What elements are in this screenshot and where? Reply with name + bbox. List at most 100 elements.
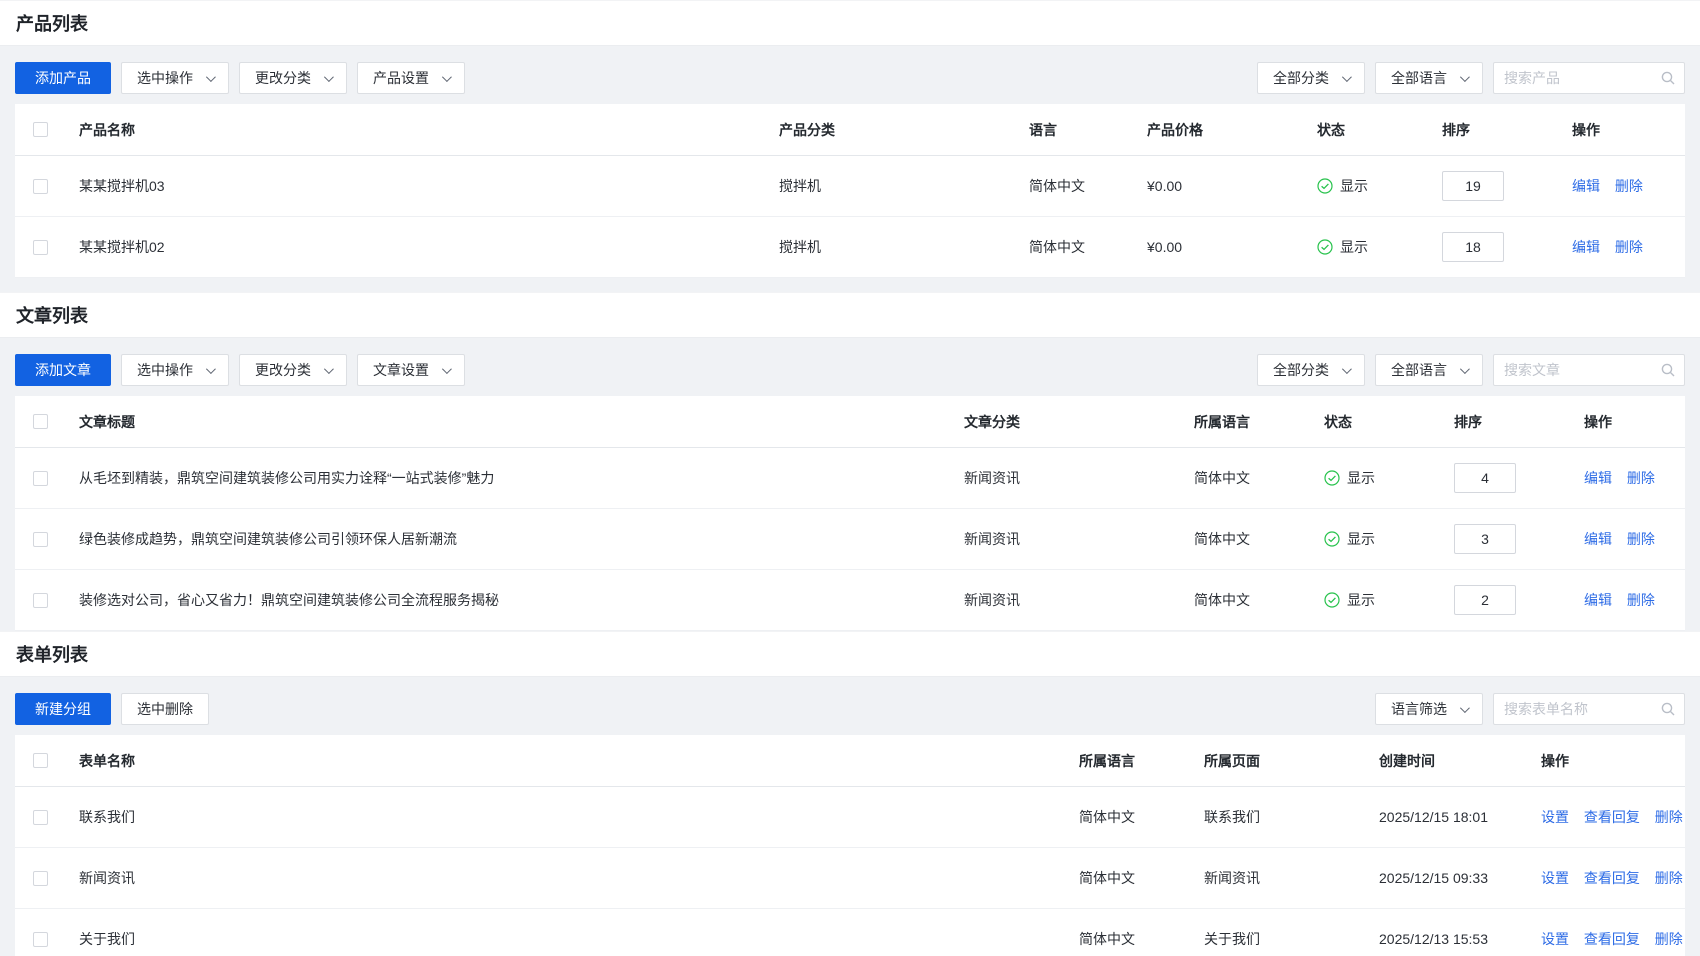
table-row: 从毛坯到精装，鼎筑空间建筑装修公司用实力诠释“一站式装修”魅力 新闻资讯 简体中… — [15, 448, 1685, 509]
product-category: 搅拌机 — [763, 176, 1013, 196]
search-icon[interactable] — [1660, 362, 1676, 378]
status-label: 显示 — [1340, 237, 1368, 257]
row-checkbox[interactable] — [33, 932, 48, 947]
table-row: 关于我们 简体中文 关于我们 2025/12/13 15:53 设置 查看回复 … — [15, 909, 1685, 956]
delete-link[interactable]: 删除 — [1627, 592, 1655, 608]
chevron-down-icon — [1342, 72, 1352, 82]
edit-link[interactable]: 编辑 — [1584, 592, 1612, 608]
articles-toolbar: 添加文章 选中操作 更改分类 文章设置 全部分类 全部语言 — [0, 338, 1700, 396]
articles-change-category-label: 更改分类 — [255, 360, 311, 380]
articles-bulk-actions-dropdown[interactable]: 选中操作 — [121, 354, 229, 386]
col-header-status: 状态 — [1308, 412, 1438, 432]
form-created-time: 2025/12/15 09:33 — [1363, 870, 1525, 886]
delete-link[interactable]: 删除 — [1627, 470, 1655, 486]
products-settings-label: 产品设置 — [373, 68, 429, 88]
form-page: 联系我们 — [1188, 807, 1363, 827]
products-language-filter-label: 全部语言 — [1391, 68, 1447, 88]
status-visible-icon — [1317, 239, 1333, 255]
row-checkbox[interactable] — [33, 240, 48, 255]
products-category-filter-dropdown[interactable]: 全部分类 — [1257, 62, 1365, 94]
view-replies-link[interactable]: 查看回复 — [1584, 931, 1640, 947]
form-created-time: 2025/12/15 18:01 — [1363, 809, 1525, 825]
search-icon[interactable] — [1660, 701, 1676, 717]
articles-category-filter-dropdown[interactable]: 全部分类 — [1257, 354, 1365, 386]
add-article-button[interactable]: 添加文章 — [15, 354, 111, 386]
col-header-operations: 操作 — [1525, 751, 1685, 771]
sort-input[interactable] — [1454, 463, 1516, 493]
sort-input[interactable] — [1454, 585, 1516, 615]
articles-page-title: 文章列表 — [16, 302, 88, 328]
edit-link[interactable]: 编辑 — [1584, 470, 1612, 486]
delete-link[interactable]: 删除 — [1615, 239, 1643, 255]
table-row: 某某搅拌机03 搅拌机 简体中文 ¥0.00 显示 编辑 删除 — [15, 156, 1685, 217]
products-search-input[interactable] — [1493, 62, 1685, 94]
delete-link[interactable]: 删除 — [1655, 931, 1683, 947]
sort-input[interactable] — [1442, 232, 1504, 262]
delete-link[interactable]: 删除 — [1627, 531, 1655, 547]
delete-link[interactable]: 删除 — [1655, 809, 1683, 825]
edit-link[interactable]: 编辑 — [1572, 178, 1600, 194]
form-name: 新闻资讯 — [63, 868, 1063, 888]
settings-link[interactable]: 设置 — [1541, 809, 1569, 825]
settings-link[interactable]: 设置 — [1541, 931, 1569, 947]
articles-bulk-actions-label: 选中操作 — [137, 360, 193, 380]
row-checkbox[interactable] — [33, 593, 48, 608]
articles-settings-dropdown[interactable]: 文章设置 — [357, 354, 465, 386]
products-change-category-label: 更改分类 — [255, 68, 311, 88]
chevron-down-icon — [1460, 72, 1470, 82]
articles-language-filter-dropdown[interactable]: 全部语言 — [1375, 354, 1483, 386]
article-category: 新闻资讯 — [948, 529, 1178, 549]
chevron-down-icon — [324, 72, 334, 82]
products-table-head: 产品名称 产品分类 语言 产品价格 状态 排序 操作 — [15, 104, 1685, 156]
delete-selected-button[interactable]: 选中删除 — [121, 693, 209, 725]
sort-input[interactable] — [1442, 171, 1504, 201]
sort-input[interactable] — [1454, 524, 1516, 554]
row-checkbox[interactable] — [33, 871, 48, 886]
col-header-article-title: 文章标题 — [63, 412, 948, 432]
forms-toolbar: 新建分组 选中删除 语言筛选 — [0, 677, 1700, 735]
new-group-button[interactable]: 新建分组 — [15, 693, 111, 725]
products-title-band: 产品列表 — [0, 0, 1700, 46]
row-checkbox[interactable] — [33, 179, 48, 194]
search-icon[interactable] — [1660, 70, 1676, 86]
table-row: 新闻资讯 简体中文 新闻资讯 2025/12/15 09:33 设置 查看回复 … — [15, 848, 1685, 909]
product-language: 简体中文 — [1013, 176, 1131, 196]
edit-link[interactable]: 编辑 — [1584, 531, 1612, 547]
products-bulk-actions-label: 选中操作 — [137, 68, 193, 88]
row-checkbox[interactable] — [33, 810, 48, 825]
products-bulk-actions-dropdown[interactable]: 选中操作 — [121, 62, 229, 94]
row-checkbox[interactable] — [33, 532, 48, 547]
products-change-category-dropdown[interactable]: 更改分类 — [239, 62, 347, 94]
delete-link[interactable]: 删除 — [1615, 178, 1643, 194]
chevron-down-icon — [206, 72, 216, 82]
add-product-button[interactable]: 添加产品 — [15, 62, 111, 94]
products-language-filter-dropdown[interactable]: 全部语言 — [1375, 62, 1483, 94]
select-all-checkbox[interactable] — [33, 753, 48, 768]
col-header-operations: 操作 — [1556, 120, 1685, 140]
articles-search-input[interactable] — [1493, 354, 1685, 386]
status-badge: 显示 — [1317, 237, 1426, 257]
view-replies-link[interactable]: 查看回复 — [1584, 870, 1640, 886]
settings-link[interactable]: 设置 — [1541, 870, 1569, 886]
forms-search-input[interactable] — [1493, 693, 1685, 725]
col-header-product-name: 产品名称 — [63, 120, 763, 140]
products-settings-dropdown[interactable]: 产品设置 — [357, 62, 465, 94]
col-header-created-time: 创建时间 — [1363, 751, 1525, 771]
article-category: 新闻资讯 — [948, 590, 1178, 610]
edit-link[interactable]: 编辑 — [1572, 239, 1600, 255]
form-name: 关于我们 — [63, 929, 1063, 949]
delete-selected-label: 选中删除 — [137, 699, 193, 719]
forms-search — [1493, 693, 1685, 725]
forms-language-filter-dropdown[interactable]: 语言筛选 — [1375, 693, 1483, 725]
forms-title-band: 表单列表 — [0, 631, 1700, 677]
select-all-checkbox[interactable] — [33, 122, 48, 137]
row-checkbox[interactable] — [33, 471, 48, 486]
article-title: 装修选对公司，省心又省力！鼎筑空间建筑装修公司全流程服务揭秘 — [63, 590, 948, 610]
delete-link[interactable]: 删除 — [1655, 870, 1683, 886]
select-all-checkbox[interactable] — [33, 414, 48, 429]
articles-change-category-dropdown[interactable]: 更改分类 — [239, 354, 347, 386]
view-replies-link[interactable]: 查看回复 — [1584, 809, 1640, 825]
col-header-operations: 操作 — [1568, 412, 1685, 432]
article-title: 绿色装修成趋势，鼎筑空间建筑装修公司引领环保人居新潮流 — [63, 529, 948, 549]
product-language: 简体中文 — [1013, 237, 1131, 257]
